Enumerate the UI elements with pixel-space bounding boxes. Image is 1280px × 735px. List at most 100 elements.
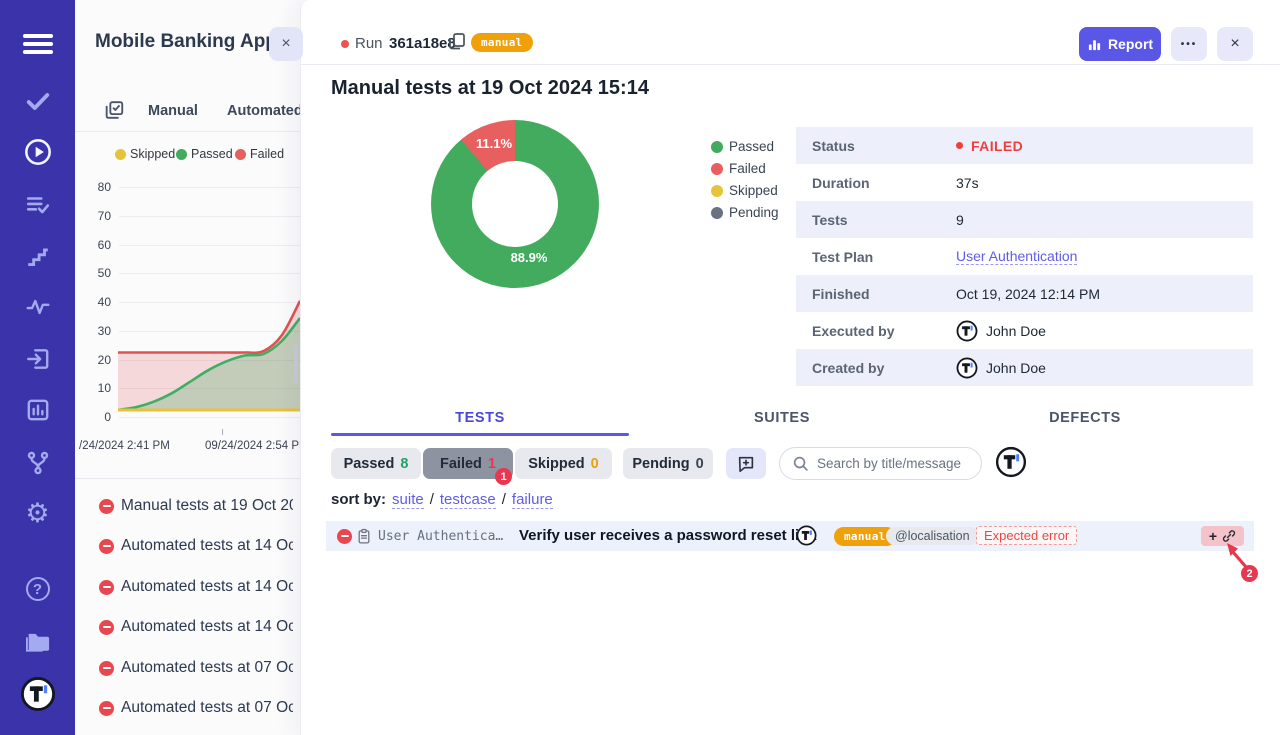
- copy-run-id-button[interactable]: [447, 31, 467, 51]
- report-button[interactable]: Report: [1079, 27, 1161, 61]
- run-title: Manual tests at 19 Oct 2024 15:14: [331, 77, 649, 100]
- run-label: Run: [355, 35, 383, 52]
- divider: [301, 64, 1280, 65]
- failed-status-icon: [99, 580, 114, 595]
- trend-legend-failed: Failed: [235, 147, 284, 161]
- run-list-item[interactable]: Automated tests at 07 Oct 2024: [75, 694, 300, 722]
- run-type-badge: manual: [471, 33, 533, 52]
- user-avatar: [956, 320, 978, 342]
- failed-status-icon: [99, 620, 114, 635]
- test-plan-link[interactable]: User Authentication: [956, 248, 1077, 265]
- sort-row: sort by: suite / testcase / failure: [331, 491, 553, 509]
- run-list-item[interactable]: Manual tests at 19 Oct 2024: [75, 492, 300, 520]
- menu-icon[interactable]: [23, 30, 53, 58]
- failed-status-icon: [99, 661, 114, 676]
- tab-manual[interactable]: Manual: [148, 103, 198, 119]
- project-panel: Mobile Banking App Manual Automated Skip…: [75, 0, 300, 735]
- user-avatar: [956, 357, 978, 379]
- sort-by-failure[interactable]: failure: [512, 491, 553, 509]
- message-plus-icon: [736, 454, 756, 474]
- run-info-table: Status FAILED Duration 37s Tests 9 Test …: [796, 127, 1253, 386]
- add-defect-button[interactable]: +: [1209, 529, 1217, 543]
- trend-legend-passed: Passed: [176, 147, 233, 161]
- runs-play-icon[interactable]: [24, 138, 52, 166]
- tab-tests[interactable]: TESTS: [331, 410, 629, 426]
- select-runs-icon[interactable]: [103, 99, 125, 121]
- import-icon[interactable]: [25, 346, 51, 372]
- run-list-item[interactable]: Automated tests at 14 Oct 2024: [75, 532, 300, 560]
- branch-icon[interactable]: [25, 450, 51, 476]
- sort-by-suite[interactable]: suite: [392, 491, 424, 509]
- active-tab-underline: [331, 433, 629, 436]
- filter-passed-button[interactable]: Passed8: [331, 448, 421, 479]
- test-tag[interactable]: @localisation: [886, 527, 979, 545]
- failed-dot: [956, 142, 963, 149]
- assignee-avatar-button[interactable]: [995, 446, 1027, 478]
- failed-status-icon: [99, 539, 114, 554]
- pulse-icon[interactable]: [25, 294, 51, 320]
- runs-trend-chart: [118, 181, 300, 413]
- info-row-tests: Tests 9: [796, 201, 1253, 238]
- steps-icon[interactable]: [25, 244, 51, 270]
- x-tick-label: /24/2024 2:41 PM: [79, 440, 170, 452]
- sort-by-testcase[interactable]: testcase: [440, 491, 496, 509]
- donut-failed-label: 11.1%: [469, 136, 519, 151]
- test-result-row[interactable]: User Authentica… Verify user receives a …: [326, 521, 1254, 551]
- run-id: 361a18e8: [389, 35, 456, 52]
- tab-automated[interactable]: Automated: [227, 103, 300, 119]
- comment-button[interactable]: [726, 448, 766, 479]
- expected-error-badge[interactable]: Expected error: [976, 526, 1077, 545]
- run-list-item[interactable]: Automated tests at 14 Oct 2024: [75, 613, 300, 641]
- suite-name[interactable]: User Authentica…: [378, 529, 512, 544]
- donut-legend-failed: Failed: [711, 161, 766, 176]
- failed-status-icon: [337, 529, 352, 544]
- passed-dot: [176, 149, 187, 160]
- tests-check-icon[interactable]: [25, 88, 51, 114]
- failed-status-icon: [99, 499, 114, 514]
- status-badge: FAILED: [971, 138, 1023, 154]
- project-title: Mobile Banking App: [95, 31, 277, 53]
- tab-defects[interactable]: DEFECTS: [935, 410, 1235, 426]
- nav-sidebar: ⚙ ?: [0, 0, 75, 735]
- donut-legend-passed: Passed: [711, 139, 774, 154]
- test-list-icon[interactable]: [25, 192, 51, 218]
- divider: [75, 131, 300, 132]
- x-tick: [222, 429, 223, 435]
- info-row-test-plan: Test Plan User Authentication: [796, 238, 1253, 275]
- annotation-step-2: 2: [1241, 565, 1258, 582]
- scrollbar-thumb[interactable]: [294, 345, 298, 383]
- filter-pending-button[interactable]: Pending0: [623, 448, 713, 479]
- more-actions-button[interactable]: •••: [1171, 27, 1207, 61]
- x-tick-label: 09/24/2024 2:54 PM: [205, 440, 300, 452]
- analytics-icon[interactable]: [25, 397, 51, 423]
- close-run-button[interactable]: ×: [1217, 27, 1253, 61]
- run-details-panel: Run 361a18e8 manual Report ••• × Manual …: [300, 0, 1280, 735]
- tab-suites[interactable]: SUITES: [629, 410, 935, 426]
- failed-dot: [235, 149, 246, 160]
- info-row-finished: Finished Oct 19, 2024 12:14 PM: [796, 275, 1253, 312]
- filter-skipped-button[interactable]: Skipped0: [515, 448, 612, 479]
- search-input[interactable]: [817, 456, 967, 471]
- donut-passed-label: 88.9%: [504, 250, 554, 265]
- skipped-dot: [115, 149, 126, 160]
- search-box: [779, 447, 982, 480]
- settings-gear-icon[interactable]: ⚙: [25, 500, 49, 527]
- run-list-item[interactable]: Automated tests at 07 Oct 2024: [75, 654, 300, 682]
- clipboard-icon: [356, 528, 372, 545]
- search-icon: [792, 455, 809, 472]
- annotation-step-1: 1: [495, 468, 512, 485]
- info-row-executed-by: Executed by John Doe: [796, 312, 1253, 349]
- run-status-dot: [341, 40, 349, 48]
- app-logo[interactable]: [20, 676, 56, 712]
- panel-close-button[interactable]: ×: [269, 27, 303, 61]
- donut-hole: [472, 161, 558, 247]
- projects-folder-icon[interactable]: [24, 629, 52, 655]
- run-list-item[interactable]: Automated tests at 14 Oct 2024: [75, 573, 300, 601]
- donut-legend-skipped: Skipped: [711, 183, 778, 198]
- help-icon[interactable]: ?: [26, 577, 50, 601]
- trend-legend-skipped: Skipped: [115, 147, 175, 161]
- test-title[interactable]: Verify user receives a password reset li…: [519, 527, 817, 544]
- info-row-created-by: Created by John Doe: [796, 349, 1253, 386]
- info-row-status: Status FAILED: [796, 127, 1253, 164]
- donut-legend-pending: Pending: [711, 205, 779, 220]
